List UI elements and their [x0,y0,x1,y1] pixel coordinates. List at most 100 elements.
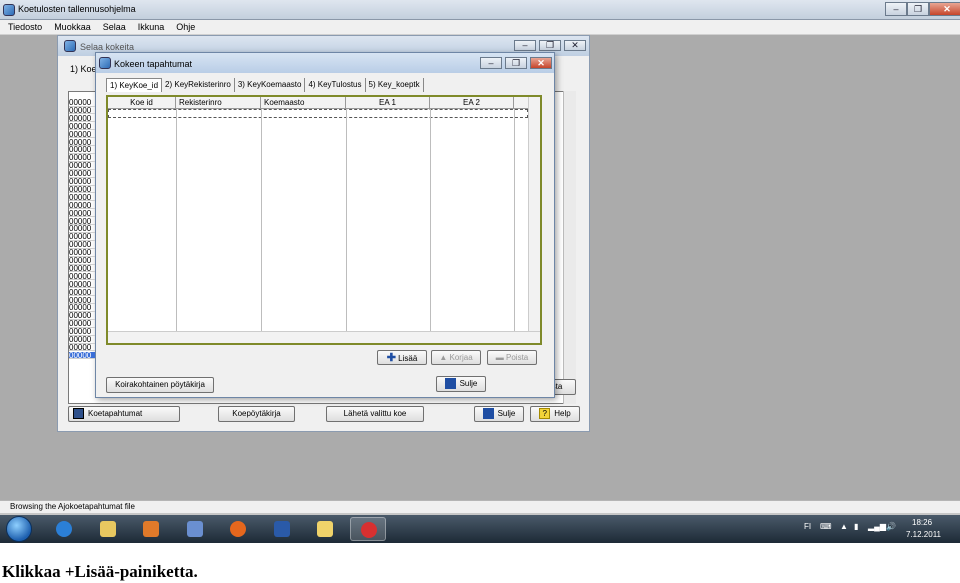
koirakohtainen-poytakirja-button[interactable]: Koirakohtainen pöytäkirja [106,377,214,393]
app-title-bar: Koetulosten tallennusohjelma – ❐ ✕ [0,0,960,20]
table-row[interactable]: 00000 [69,131,95,139]
table-row[interactable]: 00000 [69,170,95,178]
table-row[interactable]: 00000 [69,344,95,352]
poista-button[interactable]: ▬ Poista [487,350,537,365]
col-header-koemaasto[interactable]: Koemaasto [261,97,346,109]
menu-selaa[interactable]: Selaa [103,20,126,34]
kt-vertical-scrollbar[interactable] [528,97,540,331]
volume-icon[interactable]: 🔊 [886,522,896,531]
clock-time[interactable]: 18:26 [912,518,932,527]
col-header-ea2[interactable]: EA 2 [430,97,514,109]
exit-door-icon [482,408,494,420]
table-row[interactable]: 00000 [69,154,95,162]
kt-new-row[interactable] [108,109,528,118]
clock-date[interactable]: 7.12.2011 [906,530,941,539]
table-row[interactable]: 00000 [69,194,95,202]
media-player-icon [143,521,159,537]
taskbar-paint[interactable] [177,517,213,541]
table-row[interactable]: 00000 [69,320,95,328]
table-row[interactable]: 00000 [69,115,95,123]
menu-ohje[interactable]: Ohje [176,20,195,34]
table-row[interactable]: 00000 [69,146,95,154]
table-row[interactable]: 00000 [69,99,95,107]
taskbar: FI ⌨ ▲ ▮ ▂▄▆ 🔊 18:26 7.12.2011 [0,515,960,543]
table-row[interactable]: 00000 [69,225,95,233]
minimize-button[interactable]: – [885,2,907,16]
start-button[interactable] [6,516,32,542]
tab-keytulostus[interactable]: 4) KeyTulostus [305,78,366,92]
selaa-vertical-scrollbar[interactable] [563,91,576,404]
lisaa-button[interactable]: ✚ Lisää [377,350,427,365]
menu-muokkaa[interactable]: Muokkaa [54,20,91,34]
kt-minimize-button[interactable]: – [480,57,502,69]
table-row[interactable]: 00000 [69,273,95,281]
table-row[interactable]: 00000 [69,218,95,226]
kt-restore-button[interactable]: ❐ [505,57,527,69]
table-row[interactable]: 00000 [69,304,95,312]
lisaa-label: Lisää [398,354,418,363]
col-header-ea1[interactable]: EA 1 [346,97,430,109]
taskbar-ie[interactable] [46,517,82,541]
kt-sulje-button[interactable]: Sulje [436,376,486,392]
col-divider [261,109,262,331]
table-row[interactable]: 00000 [69,178,95,186]
col-header-koe-id[interactable]: Koe id [108,97,176,109]
tab-keykoemaasto[interactable]: 3) KeyKoemaasto [235,78,306,92]
table-row[interactable]: 00000 [69,351,95,360]
col-divider [514,109,515,331]
kt-title: Kokeen tapahtumat [114,59,193,69]
table-row[interactable]: 00000 [69,107,95,115]
table-row[interactable]: 00000 [69,162,95,170]
table-row[interactable]: 00000 [69,336,95,344]
table-row[interactable]: 00000 [69,233,95,241]
col-header-rekisterinro[interactable]: Rekisterinro [176,97,261,109]
koepoytakirja-button[interactable]: Koepöytäkirja [218,406,295,422]
table-row[interactable]: 00000 [69,328,95,336]
koetapahtumat-button[interactable]: Koetapahtumat [68,406,180,422]
koetapahtumat-icon [73,408,84,420]
selaa-close-button[interactable]: ✕ [564,40,586,51]
system-tray: FI ⌨ ▲ ▮ ▂▄▆ 🔊 18:26 7.12.2011 [800,515,960,543]
taskbar-word[interactable] [264,517,300,541]
table-row[interactable]: 00000 [69,241,95,249]
close-button[interactable]: ✕ [929,2,960,16]
table-row[interactable]: 00000 [69,186,95,194]
language-indicator[interactable]: FI [804,522,811,531]
selaa-restore-button[interactable]: ❐ [539,40,561,51]
table-row[interactable]: 00000 [69,123,95,131]
selaa-sulje-button[interactable]: Sulje [474,406,524,422]
table-row[interactable]: 00000 [69,297,95,305]
taskbar-media[interactable] [133,517,169,541]
power-icon[interactable]: ▮ [854,522,858,531]
laheta-valittu-koe-button[interactable]: Lähetä valittu koe [326,406,424,422]
tab-keykoe-id[interactable]: 1) KeyKoe_id [106,78,163,92]
table-row[interactable]: 00000 [69,249,95,257]
kt-horizontal-scrollbar[interactable] [108,331,540,343]
network-signal-icon[interactable]: ▂▄▆ [868,522,886,531]
korjaa-button[interactable]: ▲ Korjaa [431,350,481,365]
taskbar-folder[interactable] [307,517,343,541]
tab-key-koeptk[interactable]: 5) Key_koeptk [366,78,424,92]
menu-tiedosto[interactable]: Tiedosto [8,20,42,34]
table-row[interactable]: 00000 [69,265,95,273]
table-row[interactable]: 00000 [69,202,95,210]
menu-ikkuna[interactable]: Ikkuna [138,20,165,34]
table-row[interactable]: 00000 [69,139,95,147]
taskbar-explorer[interactable] [90,517,126,541]
kt-grid[interactable]: Koe id Rekisterinro Koemaasto EA 1 EA 2 [106,95,542,345]
tab-keyrekisterinro[interactable]: 2) KeyRekisterinro [162,78,235,92]
taskbar-firefox[interactable] [220,517,256,541]
table-row[interactable]: 00000 [69,312,95,320]
restore-button[interactable]: ❐ [907,2,929,16]
table-row[interactable]: 00000 [69,210,95,218]
taskbar-koetulosten[interactable] [350,517,386,541]
kt-close-button[interactable]: ✕ [530,57,552,69]
table-row[interactable]: 00000 [69,281,95,289]
table-row[interactable]: 00000 [69,289,95,297]
selaa-minimize-button[interactable]: – [514,40,536,51]
keyboard-icon[interactable]: ⌨ [820,522,832,531]
show-hidden-icons-icon[interactable]: ▲ [840,522,848,531]
selaa-tab-koe[interactable]: 1) Koe [70,64,97,74]
table-row[interactable]: 00000 [69,257,95,265]
help-button[interactable]: ? Help [530,406,580,422]
